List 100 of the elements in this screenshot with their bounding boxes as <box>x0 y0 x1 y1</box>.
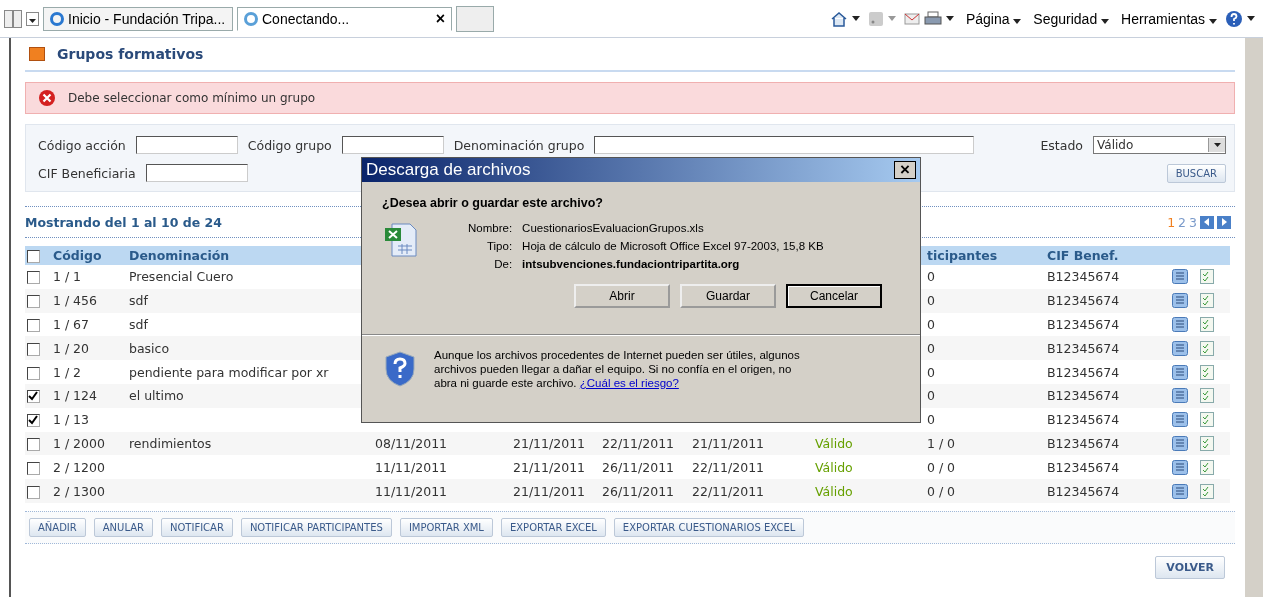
row-checkbox[interactable] <box>27 437 40 451</box>
dropdown-arrow-button[interactable] <box>1208 138 1225 152</box>
close-tab-button[interactable]: × <box>435 9 445 28</box>
browser-tab[interactable]: Inicio - Fundación Tripa... <box>43 6 233 31</box>
action-button[interactable]: NOTIFICAR <box>161 517 233 537</box>
table-cell: 2 / 1200 <box>53 459 105 475</box>
field-label: Tipo: <box>485 240 513 252</box>
shield-question-icon <box>384 351 416 387</box>
input-field[interactable] <box>135 136 238 154</box>
loading-ring-icon <box>244 11 258 26</box>
row-checkbox[interactable] <box>27 461 40 475</box>
document-icon[interactable] <box>1172 293 1188 309</box>
table-cell: Válido <box>815 459 853 475</box>
row-checkbox[interactable] <box>27 342 40 356</box>
checklist-icon[interactable] <box>1200 364 1214 380</box>
action-button[interactable]: IMPORTAR XML <box>399 517 493 537</box>
action-button[interactable]: NOTIFICAR PARTICIPANTES <box>240 517 392 537</box>
table-cell: sdf <box>129 293 148 309</box>
table-cell: 21/11/2011 <box>513 459 586 475</box>
checklist-icon[interactable] <box>1200 269 1214 285</box>
checklist-icon[interactable] <box>1200 412 1214 428</box>
tab-list-dropdown[interactable] <box>26 11 39 26</box>
select-all-checkbox[interactable] <box>27 250 40 263</box>
scrollbar[interactable] <box>1245 38 1263 597</box>
field-label: Código acción <box>38 137 126 153</box>
row-checkbox[interactable] <box>27 319 40 332</box>
checklist-icon[interactable] <box>1200 459 1214 475</box>
table-cell: B12345674 <box>1047 340 1120 356</box>
table-cell: 11/11/2011 <box>375 483 448 499</box>
caret-icon[interactable] <box>1213 143 1221 147</box>
table-cell: 1 / 1 <box>53 269 82 285</box>
table-cell: B12345674 <box>1047 412 1120 428</box>
print-icon[interactable] <box>923 10 942 27</box>
dialog-button[interactable]: Guardar <box>680 284 776 308</box>
action-button[interactable]: EXPORTAR CUESTIONARIOS EXCEL <box>613 517 805 537</box>
caret-icon[interactable] <box>1013 18 1022 24</box>
field-value: intsubvenciones.fundaciontripartita.org <box>522 258 741 270</box>
home-icon[interactable] <box>829 10 848 27</box>
mail-icon[interactable] <box>903 11 920 26</box>
search-button[interactable]: BUSCAR <box>1166 163 1226 183</box>
caret-icon[interactable] <box>1247 16 1255 21</box>
document-icon[interactable] <box>1172 435 1188 451</box>
row-checkbox[interactable] <box>27 414 40 428</box>
caret-icon[interactable] <box>29 18 36 23</box>
input-field[interactable] <box>341 136 444 154</box>
row-checkbox[interactable] <box>27 390 40 404</box>
help-icon[interactable] <box>1225 9 1243 28</box>
new-tab-button[interactable] <box>456 5 494 32</box>
document-icon[interactable] <box>1172 340 1188 356</box>
dialog-button[interactable]: Abrir <box>574 284 670 308</box>
document-icon[interactable] <box>1172 269 1188 285</box>
row-checkbox[interactable] <box>27 366 40 380</box>
toolbar-menu[interactable]: Página <box>965 10 1022 27</box>
caret-icon[interactable] <box>1209 18 1217 24</box>
input-field[interactable] <box>145 164 248 182</box>
back-button[interactable]: VOLVER <box>1155 555 1225 579</box>
checklist-icon[interactable] <box>1200 483 1214 499</box>
table-cell: 1 / 456 <box>53 293 97 309</box>
caret-icon[interactable] <box>945 16 954 21</box>
table-cell: 26/11/2011 <box>602 483 675 499</box>
checklist-icon[interactable] <box>1200 317 1214 332</box>
table-cell: 0 / 0 <box>927 459 956 475</box>
caret-icon[interactable] <box>1101 18 1110 24</box>
checklist-icon[interactable] <box>1200 388 1214 404</box>
toolbar-menu[interactable]: Herramientas <box>1121 10 1217 27</box>
table-cell: Presencial Cuero <box>129 269 234 285</box>
document-icon[interactable] <box>1172 412 1188 428</box>
checklist-icon[interactable] <box>1200 293 1214 309</box>
table-cell: 1 / 0 <box>927 435 956 451</box>
row-checkbox[interactable] <box>27 485 40 499</box>
table-cell: 1 / 67 <box>53 317 90 332</box>
warning-text: Aunque los archivos procedentes de Internet pueden ser útiles, algunos archivos pueden llegar a dañar el equipo. Si no confía en el origen, no abra ni guarde este archivo. ¿Cuál es el riesgo? <box>434 348 801 390</box>
risk-link[interactable]: ¿Cuál es el riesgo? <box>579 377 679 389</box>
document-icon[interactable] <box>1172 483 1188 499</box>
checklist-icon[interactable] <box>1200 435 1214 451</box>
dialog-question: ¿Desea abrir o guardar este archivo? <box>381 195 604 212</box>
table-cell: basico <box>129 340 170 356</box>
table-cell: Válido <box>815 483 853 499</box>
document-icon[interactable] <box>1172 364 1188 380</box>
row-checkbox[interactable] <box>27 295 40 309</box>
close-button[interactable]: × <box>894 161 916 179</box>
field-label: Estado <box>1040 137 1083 153</box>
checklist-icon[interactable] <box>1200 340 1214 356</box>
action-button[interactable]: EXPORTAR EXCEL <box>500 517 606 537</box>
table-cell: 1 / 2 <box>53 364 82 380</box>
dialog-button[interactable]: Cancelar <box>786 284 882 308</box>
input-field[interactable] <box>594 136 975 154</box>
caret-icon[interactable] <box>851 16 860 21</box>
row-checkbox[interactable] <box>27 271 40 285</box>
table-cell: 21/11/2011 <box>513 435 586 451</box>
action-button[interactable]: ANULAR <box>93 517 153 537</box>
document-icon[interactable] <box>1172 317 1188 332</box>
status-dropdown[interactable]: Válido <box>1093 136 1226 154</box>
toolbar-menu[interactable]: Seguridad <box>1033 10 1110 27</box>
document-icon[interactable] <box>1172 388 1188 404</box>
table-cell: sdf <box>129 317 148 332</box>
browser-tab[interactable]: Conectando... × <box>237 6 452 31</box>
document-icon[interactable] <box>1172 459 1188 475</box>
table-cell: 1 / 124 <box>53 388 97 404</box>
action-button[interactable]: AÑADIR <box>29 517 86 537</box>
